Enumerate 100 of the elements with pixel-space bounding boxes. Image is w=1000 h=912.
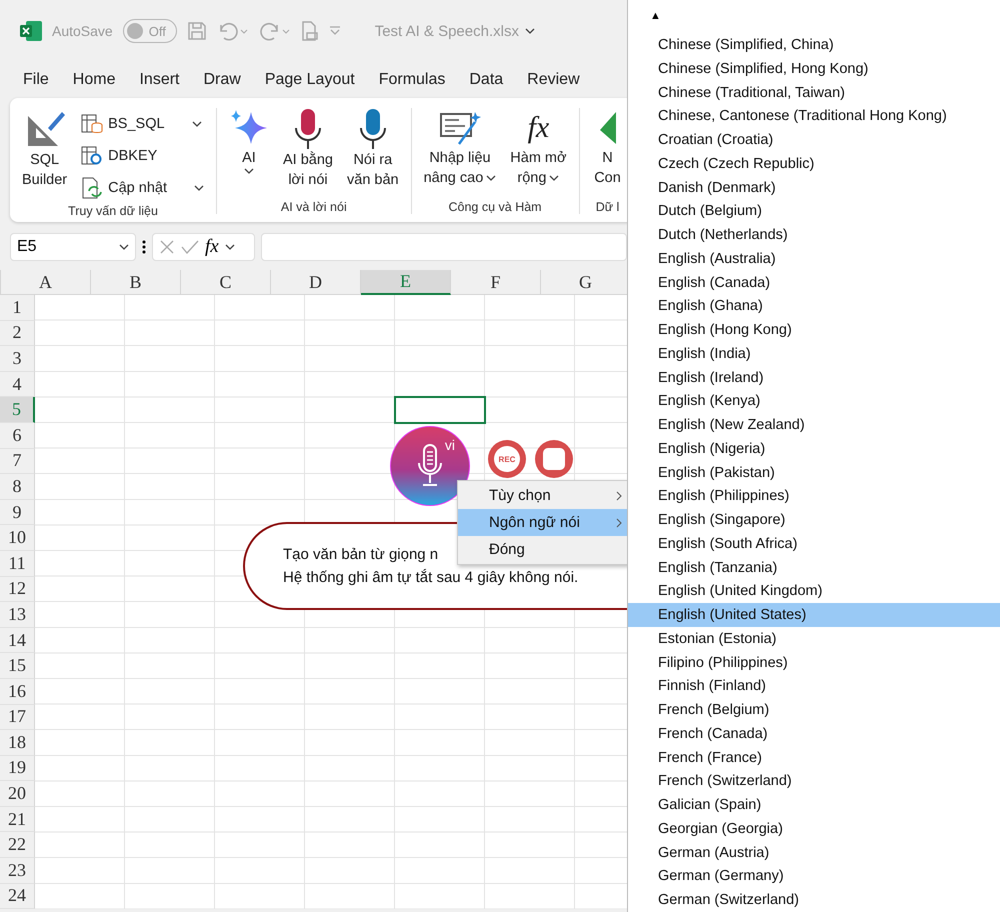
ribbon-button[interactable]: BS_SQL xyxy=(77,108,208,140)
ribbon-tab[interactable]: Formulas xyxy=(370,67,454,93)
selected-cell[interactable] xyxy=(394,396,486,424)
row-header[interactable]: 24 xyxy=(0,884,35,910)
row-header[interactable]: 6 xyxy=(0,422,35,449)
row-header[interactable]: 18 xyxy=(0,730,35,756)
column-header[interactable]: A xyxy=(1,270,91,295)
cancel-icon[interactable] xyxy=(159,239,175,255)
language-option[interactable]: German (Switzerland) xyxy=(628,888,1000,912)
language-option[interactable]: Filipino (Philippines) xyxy=(628,650,1000,674)
ribbon-tab[interactable]: Insert xyxy=(130,67,188,93)
row-header[interactable]: 14 xyxy=(0,628,35,654)
language-option[interactable]: Chinese (Traditional, Taiwan) xyxy=(628,80,1000,104)
ribbon-button[interactable]: Cập nhật xyxy=(77,172,208,204)
row-header[interactable]: 19 xyxy=(0,756,35,782)
language-option[interactable]: Czech (Czech Republic) xyxy=(628,152,1000,176)
language-option[interactable]: Danish (Denmark) xyxy=(628,176,1000,200)
ribbon-button[interactable]: SQL Builder xyxy=(18,108,72,204)
language-option[interactable]: Chinese (Simplified, Hong Kong) xyxy=(628,57,1000,81)
row-header[interactable]: 10 xyxy=(0,525,35,551)
row-header[interactable]: 21 xyxy=(0,806,35,832)
row-header[interactable]: 7 xyxy=(0,448,35,474)
check-icon[interactable] xyxy=(181,239,199,255)
column-header[interactable]: C xyxy=(181,270,271,295)
language-option[interactable]: Chinese (Simplified, China) xyxy=(628,33,1000,57)
name-box[interactable]: E5 xyxy=(10,233,136,261)
row-header[interactable]: 1 xyxy=(0,295,35,321)
language-option[interactable]: Finnish (Finland) xyxy=(628,674,1000,698)
customize-caret-icon[interactable] xyxy=(328,26,341,36)
row-header[interactable]: 20 xyxy=(0,781,35,807)
redo-icon[interactable] xyxy=(258,21,291,41)
print-preview-icon[interactable] xyxy=(300,21,319,41)
language-option[interactable]: English (Hong Kong) xyxy=(628,318,1000,342)
ribbon-tab[interactable]: Draw xyxy=(194,67,250,93)
language-option[interactable]: English (Ghana) xyxy=(628,294,1000,318)
scroll-up-arrow[interactable]: ▲ xyxy=(628,10,661,34)
language-option[interactable]: English (Tanzania) xyxy=(628,556,1000,580)
language-option[interactable]: Galician (Spain) xyxy=(628,793,1000,817)
ribbon-button[interactable]: AI bằng lời nói xyxy=(279,108,337,200)
ribbon-button[interactable]: fx Hàm mở rộng xyxy=(506,108,571,200)
row-header[interactable]: 22 xyxy=(0,832,35,858)
column-header[interactable]: F xyxy=(451,270,541,295)
language-option[interactable]: English (Australia) xyxy=(628,247,1000,271)
spreadsheet-app-icon[interactable] xyxy=(20,21,42,41)
row-header[interactable]: 9 xyxy=(0,500,35,526)
language-option[interactable]: English (Pakistan) xyxy=(628,460,1000,484)
ribbon-tab[interactable]: File xyxy=(14,67,58,93)
language-option[interactable]: German (Austria) xyxy=(628,840,1000,864)
ribbon-button[interactable]: N Con xyxy=(588,108,627,200)
more-icon[interactable] xyxy=(142,240,146,254)
ribbon-button[interactable]: AI xyxy=(225,108,273,200)
insert-function-button[interactable]: fx xyxy=(205,236,219,258)
row-header[interactable]: 13 xyxy=(0,602,35,628)
row-header[interactable]: 23 xyxy=(0,858,35,884)
language-option[interactable]: German (Germany) xyxy=(628,864,1000,888)
ribbon-button[interactable]: Nhập liệu nâng cao xyxy=(420,108,500,200)
row-header[interactable]: 2 xyxy=(0,320,35,346)
language-option[interactable]: English (Nigeria) xyxy=(628,437,1000,461)
ribbon-tab[interactable]: Page Layout xyxy=(256,67,364,93)
column-header[interactable]: B xyxy=(91,270,181,295)
row-header[interactable]: 15 xyxy=(0,653,35,679)
save-icon[interactable] xyxy=(186,21,207,41)
language-option[interactable]: English (Canada) xyxy=(628,270,1000,294)
row-header[interactable]: 16 xyxy=(0,678,35,704)
language-option[interactable]: English (Ireland) xyxy=(628,366,1000,390)
language-option[interactable]: Croatian (Croatia) xyxy=(628,128,1000,152)
language-option[interactable]: Dutch (Netherlands) xyxy=(628,223,1000,247)
language-option[interactable]: French (France) xyxy=(628,746,1000,770)
menu-item[interactable]: Đóng xyxy=(458,536,627,563)
menu-item[interactable]: Ngôn ngữ nói xyxy=(458,509,627,536)
language-option[interactable]: French (Switzerland) xyxy=(628,770,1000,794)
language-option[interactable]: Chinese, Cantonese (Traditional Hong Kong) xyxy=(628,104,1000,128)
ribbon-button[interactable]: DBKEY xyxy=(77,140,208,172)
language-option[interactable]: French (Canada) xyxy=(628,722,1000,746)
row-header[interactable]: 12 xyxy=(0,576,35,602)
row-header[interactable]: 4 xyxy=(0,372,35,398)
language-option[interactable]: English (New Zealand) xyxy=(628,413,1000,437)
row-header[interactable]: 5 xyxy=(0,397,35,423)
language-option[interactable]: English (United Kingdom) xyxy=(628,580,1000,604)
language-option[interactable]: Estonian (Estonia) xyxy=(628,627,1000,651)
language-option[interactable]: Georgian (Georgia) xyxy=(628,817,1000,841)
ribbon-button[interactable]: Nói ra văn bản xyxy=(343,108,403,200)
ribbon-tab[interactable]: Review xyxy=(518,67,589,93)
column-header[interactable]: D xyxy=(271,270,361,295)
formula-input[interactable] xyxy=(261,233,627,261)
row-header[interactable]: 3 xyxy=(0,346,35,372)
language-option[interactable]: English (Philippines) xyxy=(628,484,1000,508)
column-header[interactable]: E xyxy=(361,270,451,295)
language-option[interactable]: English (South Africa) xyxy=(628,532,1000,556)
language-option[interactable]: Dutch (Belgium) xyxy=(628,200,1000,224)
language-option[interactable]: English (Kenya) xyxy=(628,390,1000,414)
row-header[interactable]: 11 xyxy=(0,550,35,577)
language-option[interactable]: French (Belgium) xyxy=(628,698,1000,722)
ribbon-tab[interactable]: Data xyxy=(460,67,512,93)
row-header[interactable]: 8 xyxy=(0,474,35,500)
language-option[interactable]: English (India) xyxy=(628,342,1000,366)
row-header[interactable]: 17 xyxy=(0,704,35,730)
language-option[interactable]: English (United States) xyxy=(628,603,1000,627)
ribbon-tab[interactable]: Home xyxy=(64,67,124,93)
language-option[interactable]: English (Singapore) xyxy=(628,508,1000,532)
